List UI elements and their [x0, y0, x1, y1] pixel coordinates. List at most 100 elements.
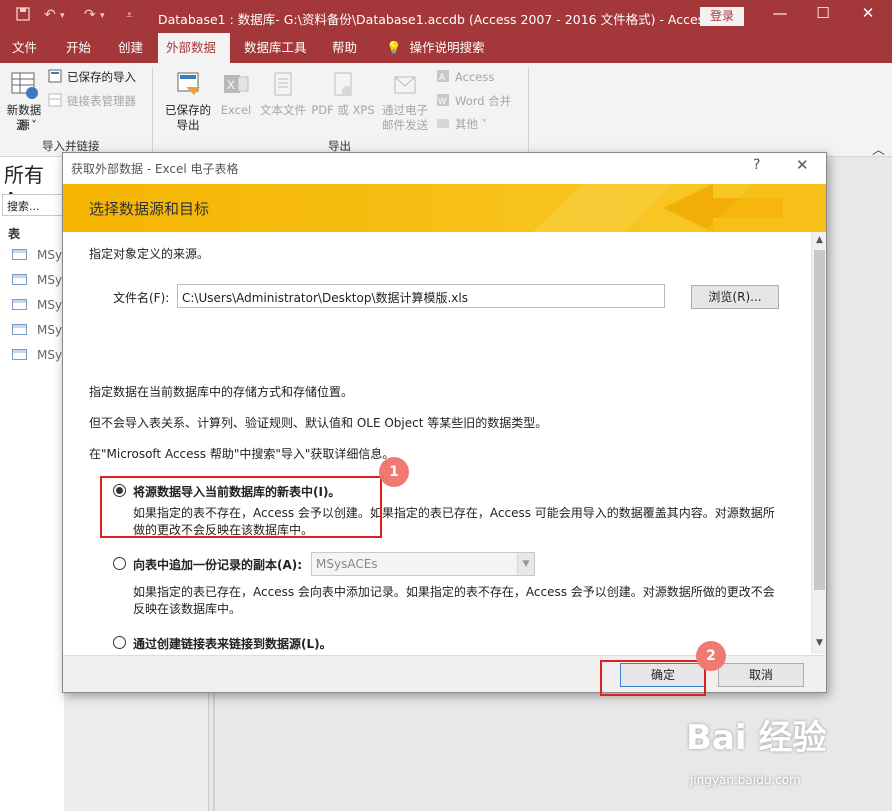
append-table-select[interactable]: MSysACEs ▼: [311, 552, 535, 576]
nav-search-input[interactable]: 搜索...: [2, 194, 64, 216]
dialog-close-button[interactable]: ✕: [796, 156, 809, 174]
saved-imports-button[interactable]: 已保存的导入: [48, 69, 136, 85]
dialog-scrollbar[interactable]: ▲ ▼: [811, 232, 826, 654]
dialog-content: 指定对象定义的来源。 文件名(F): C:\Users\Administrato…: [63, 232, 811, 655]
export-pdf-xps-button[interactable]: PDF 或 XPS: [310, 69, 376, 118]
group-separator: [152, 67, 153, 153]
scrollbar-thumb[interactable]: [814, 250, 825, 590]
export-other-button[interactable]: 其他 ˅: [436, 116, 487, 132]
group-separator: [528, 67, 529, 153]
banner-title: 选择数据源和目标: [89, 200, 210, 218]
other-formats-icon: [437, 119, 449, 128]
nav-table-label: MSy: [37, 348, 63, 362]
step-badge-1: 1: [379, 457, 409, 487]
tab-help[interactable]: 帮助: [324, 33, 365, 63]
append-table-select-value: MSysACEs: [316, 557, 378, 571]
nav-table-label: MSy: [37, 248, 63, 262]
maximize-button[interactable]: ☐: [808, 4, 838, 22]
export-excel-label: Excel: [220, 103, 252, 117]
customize-toolbar-icon[interactable]: ⩡: [126, 8, 133, 23]
word-merge-label: Word 合并: [455, 94, 512, 108]
undo-icon[interactable]: ↶: [44, 7, 56, 23]
nav-table-label: MSy: [37, 323, 63, 337]
login-button[interactable]: 登录: [700, 7, 744, 26]
undo-dropdown-icon[interactable]: ▾: [60, 11, 65, 21]
table-icon: [12, 274, 27, 285]
export-text-file-button[interactable]: 文本文件: [258, 69, 308, 118]
close-button[interactable]: ✕: [853, 4, 883, 22]
new-data-source-suffix: 源 ˅: [16, 118, 37, 132]
nav-table-item[interactable]: MSy: [12, 248, 62, 262]
table-icon: [12, 324, 27, 335]
browse-button[interactable]: 浏览(R)...: [691, 285, 779, 309]
dialog-title: 获取外部数据 - Excel 电子表格: [71, 162, 239, 176]
filename-input[interactable]: C:\Users\Administrator\Desktop\数据计算模版.xl…: [177, 284, 665, 308]
export-access-label: Access: [455, 70, 495, 84]
export-email-label-1: 通过电子: [382, 103, 428, 117]
email-attachment-icon: [394, 76, 416, 94]
word-merge-button[interactable]: W Word 合并: [436, 93, 511, 109]
export-email-button[interactable]: 通过电子 邮件发送: [378, 69, 432, 133]
scroll-down-icon[interactable]: ▼: [812, 638, 827, 648]
save-icon[interactable]: [16, 7, 30, 25]
table-icon: [12, 349, 27, 360]
append-table-radio[interactable]: [113, 557, 126, 570]
append-table-label[interactable]: 向表中追加一份记录的副本(A):: [133, 556, 302, 573]
export-pdf-xps-label: PDF 或 XPS: [311, 103, 375, 117]
highlight-box-ok: [600, 660, 706, 696]
tell-me-search[interactable]: 💡 操作说明搜索: [378, 33, 493, 63]
tab-database-tools[interactable]: 数据库工具: [236, 33, 315, 63]
tab-file[interactable]: 文件: [4, 33, 45, 63]
saved-imports-icon: [48, 69, 62, 83]
tell-me-label: 操作说明搜索: [409, 40, 485, 55]
nav-table-label: MSy: [37, 298, 63, 312]
link-table-radio[interactable]: [113, 636, 126, 649]
export-excel-button[interactable]: X Excel: [218, 69, 254, 118]
help-search-text: 在"Microsoft Access 帮助"中搜索"导入"获取详细信息。: [89, 447, 395, 461]
filename-label: 文件名(F):: [113, 291, 170, 305]
nav-table-item[interactable]: MSy: [12, 348, 62, 362]
svg-text:A: A: [439, 72, 445, 82]
collapse-ribbon-icon[interactable]: ︿: [872, 139, 885, 158]
redo-dropdown-icon[interactable]: ▾: [100, 11, 105, 21]
ribbon: 新数据源 源 ˅ 已保存的导入 链接表管理器 导入并链接 已保存的 导出 X E…: [0, 63, 892, 158]
export-access-button[interactable]: A Access: [436, 69, 494, 84]
redo-icon[interactable]: ↷: [84, 7, 96, 23]
access-icon: A: [437, 70, 449, 82]
scroll-up-icon[interactable]: ▲: [812, 235, 827, 245]
tab-home[interactable]: 开始: [58, 33, 99, 63]
cancel-button[interactable]: 取消: [718, 663, 804, 687]
title-bar: ↶ ▾ ↷ ▾ ⩡ Database1 : 数据库- G:\资料备份\Datab…: [0, 0, 892, 33]
excel-icon: X: [224, 75, 249, 93]
window-title: Database1 : 数据库- G:\资料备份\Database1.accdb…: [158, 12, 711, 27]
chevron-down-icon: ▼: [517, 553, 534, 575]
dialog-banner: 选择数据源和目标: [63, 184, 826, 232]
get-external-data-dialog: 获取外部数据 - Excel 电子表格 ? ✕ 选择数据源和目标 指定对象定义的…: [62, 152, 827, 693]
linked-table-manager-button[interactable]: 链接表管理器: [48, 93, 136, 109]
saved-exports-icon: [177, 72, 200, 95]
link-table-label[interactable]: 通过创建链接表来链接到数据源(L)。: [133, 635, 332, 652]
tab-create[interactable]: 创建: [110, 33, 151, 63]
export-text-file-label: 文本文件: [260, 103, 306, 117]
nav-section-tables[interactable]: 表: [8, 225, 20, 242]
minimize-button[interactable]: —: [765, 4, 795, 22]
table-icon: [12, 299, 27, 310]
saved-exports-button[interactable]: 已保存的 导出: [160, 69, 216, 133]
linked-table-manager-label: 链接表管理器: [67, 94, 136, 108]
nav-table-item[interactable]: MSy: [12, 323, 62, 337]
export-other-label: 其他 ˅: [455, 117, 488, 131]
nav-table-item[interactable]: MSy: [12, 298, 62, 312]
new-data-source-icon: [11, 72, 38, 99]
baidu-watermark-url: jingyan.baidu.com: [690, 773, 801, 787]
append-table-desc: 如果指定的表已存在，Access 会向表中添加记录。如果指定的表不存在，Acce…: [133, 585, 775, 616]
step-badge-2: 2: [696, 641, 726, 671]
saved-imports-label: 已保存的导入: [67, 70, 136, 84]
tab-external-data[interactable]: 外部数据: [158, 33, 230, 63]
svg-text:W: W: [438, 96, 447, 106]
specify-source-text: 指定对象定义的来源。: [89, 247, 210, 261]
dialog-help-button[interactable]: ?: [753, 157, 760, 173]
baidu-watermark-logo: Bai 经验: [686, 718, 827, 758]
export-email-label-2: 邮件发送: [382, 118, 428, 132]
saved-exports-label-2: 导出: [176, 118, 200, 132]
nav-table-item[interactable]: MSy: [12, 273, 62, 287]
